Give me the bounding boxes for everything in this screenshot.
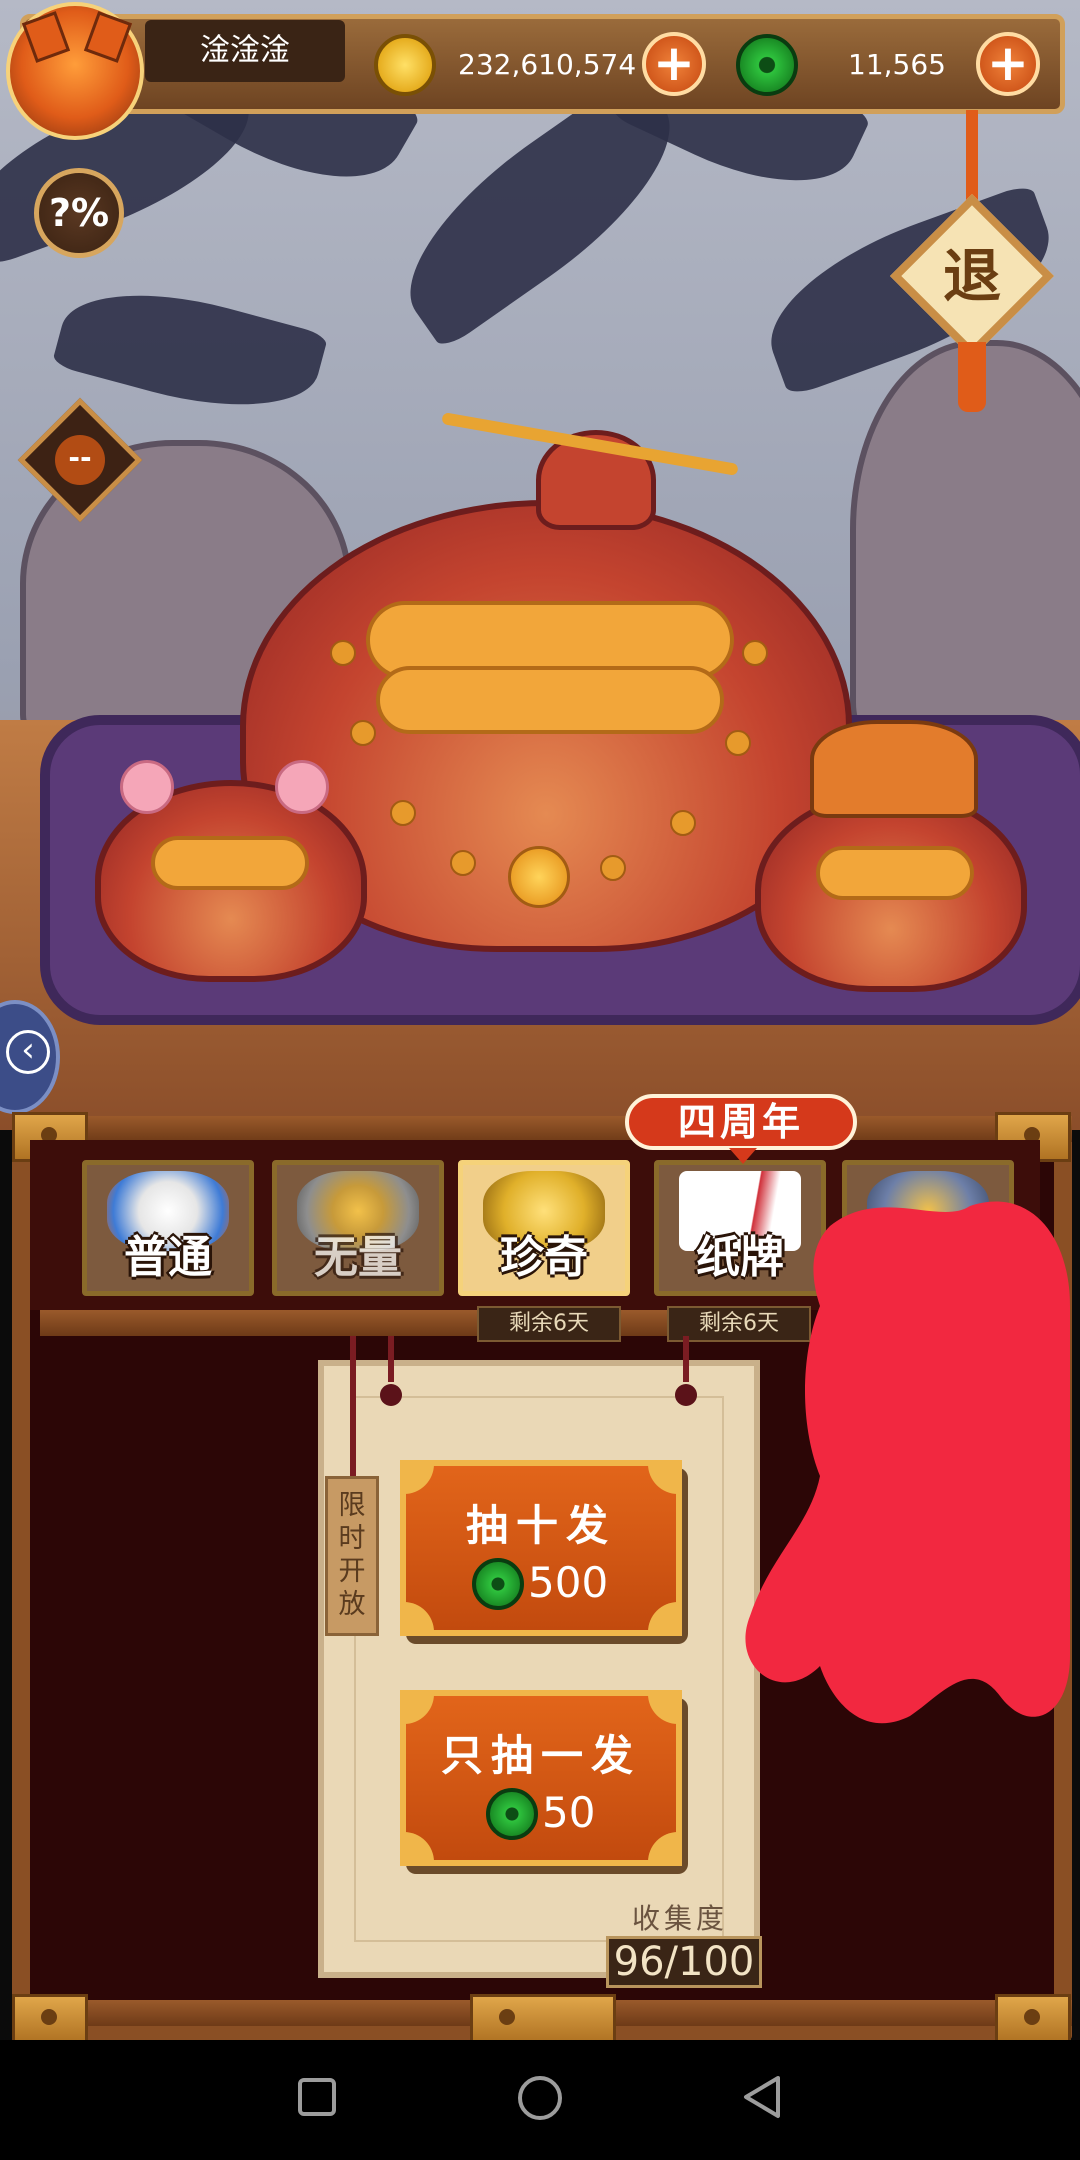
button-corner [400,1460,434,1494]
leaf-shadow [51,268,329,432]
tab-label: 普通 [124,1232,212,1283]
back-arrow-icon: ‹ [6,1030,50,1074]
corner-cap [995,1994,1071,2044]
gold-coin-icon [374,34,436,96]
center-clasp [470,1994,616,2044]
tab-label: 无量 [314,1232,402,1283]
draw-one-price: 50 [542,1788,596,1837]
jade-coin-icon [736,34,798,96]
bead [600,855,626,881]
rare-remaining: 剩余6天 [477,1306,621,1342]
tiger-hat [810,720,978,818]
draw-ten-button[interactable]: 抽十发 500 [400,1460,682,1636]
exit-label: 退 [942,242,1001,310]
button-corner [648,1460,682,1494]
limited-time-tag: 限时开放 [325,1476,379,1636]
scroll-pin [380,1384,402,1406]
red-scribble-overlay [745,1201,1070,1724]
jade-amount: 11,565 [848,48,946,81]
player-name: 淦淦淦 [145,20,345,82]
scroll-pin [675,1384,697,1406]
tab-rail [40,1310,760,1336]
jade-coin-icon [486,1788,538,1840]
draw-scroll [318,1360,760,1978]
tab-normal[interactable]: 普通 [82,1160,254,1296]
bead [725,730,751,756]
tab-boundless[interactable]: 无量 [272,1160,444,1296]
bead [670,810,696,836]
circle-icon[interactable] [518,2076,562,2120]
jade-coin-icon [472,1558,524,1610]
odds-button[interactable]: ?% [34,168,124,258]
draw-ten-price: 500 [528,1558,609,1607]
button-corner [400,1602,434,1636]
game-scene [0,0,1080,1130]
collection-value: 96/100 [606,1936,762,1988]
bead [390,800,416,826]
add-gold-button[interactable]: + [642,32,706,96]
fox-ear [21,11,71,63]
button-corner [648,1690,682,1724]
button-corner [648,1832,682,1866]
flower [120,760,174,814]
amber-pendant [508,846,570,908]
small-frog-tiger-hat [755,790,1027,992]
button-corner [400,1832,434,1866]
button-corner [400,1690,434,1724]
button-corner [648,1602,682,1636]
collection-label: 收集度 [632,1902,729,1935]
draw-one-button[interactable]: 只抽一发 50 [400,1690,682,1866]
panel-top-rail [12,1116,1072,1142]
bead [330,640,356,666]
draw-ten-label: 抽十发 [465,1501,616,1550]
tab-label: 珍奇 [500,1232,588,1283]
square-icon[interactable] [298,2078,336,2116]
fox-avatar[interactable] [6,2,144,140]
add-jade-button[interactable]: + [976,32,1040,96]
bead [450,850,476,876]
bead [742,640,768,666]
frog-lip [376,666,724,734]
mute-label: -- [55,435,105,485]
bead [350,720,376,746]
triangle-back-icon[interactable] [738,2072,788,2122]
corner-cap [12,1994,88,2044]
anniversary-badge: 四周年 [625,1094,857,1164]
flower [275,760,329,814]
hanging-string [388,1336,394,1382]
hanging-string [683,1336,689,1382]
hanging-string [350,1336,356,1496]
exit-tassel [958,342,986,412]
tab-rare[interactable]: 珍奇 [458,1160,630,1296]
frog-lip [151,836,309,890]
draw-one-label: 只抽一发 [440,1731,641,1780]
gold-amount: 232,610,574 [458,48,637,81]
frog-lip [816,846,974,900]
